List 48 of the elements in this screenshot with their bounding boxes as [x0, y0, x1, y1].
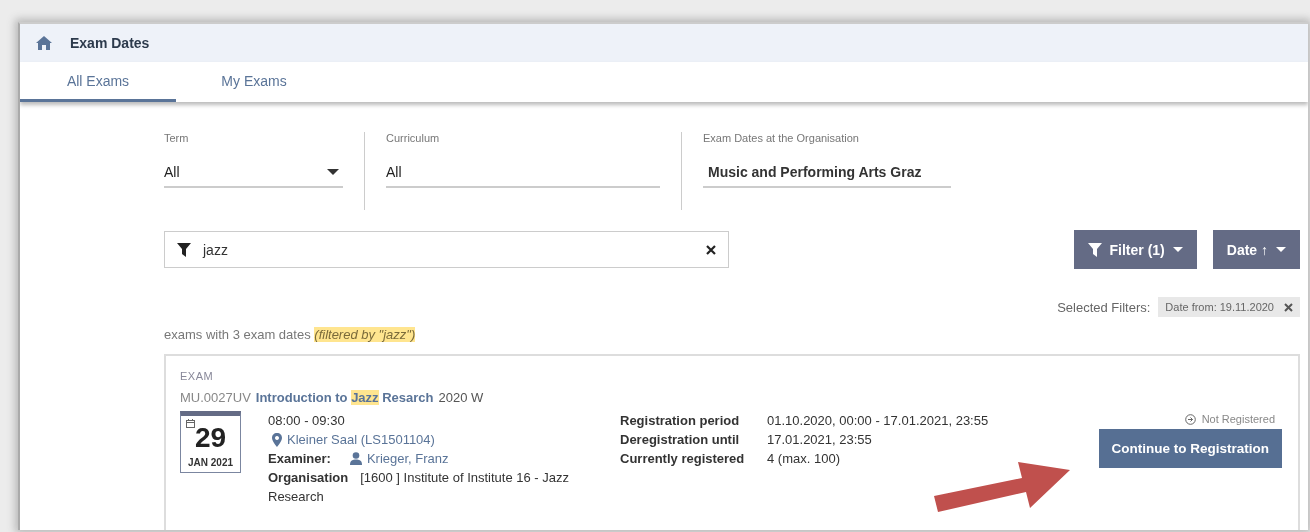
close-icon [1284, 302, 1293, 312]
registration-label: Currently registered [620, 450, 746, 468]
page-title: Exam Dates [70, 35, 150, 51]
field-label: Curriculum [386, 132, 441, 144]
input-field[interactable]: All [386, 164, 660, 188]
continue-registration-button[interactable]: Continue to Registration [1098, 429, 1282, 468]
map-pin-icon [272, 432, 282, 447]
examiner-label: Examiner: [268, 450, 331, 468]
room-link[interactable]: Kleiner Saal (LS1501104) [287, 430, 435, 449]
registration-status: Not Registered [1201, 413, 1275, 425]
exam-type-label: EXAM [180, 370, 215, 382]
home-icon [36, 36, 52, 50]
registration-label: Deregistration until [620, 431, 741, 449]
caret-icon [1172, 247, 1183, 252]
filter-icon [1087, 242, 1102, 257]
date-day: 29 [194, 422, 227, 454]
caret-icon [327, 169, 339, 175]
results-summary: exams with 3 exam dates (filtered by "jazz") [164, 327, 417, 342]
arrow-circle-icon [1184, 413, 1196, 425]
registration-value: 4 (max. 100) [767, 450, 840, 468]
search-field[interactable]: jazz [164, 231, 729, 268]
examiner-link[interactable]: Krieger, Franz [366, 449, 449, 468]
dropdown-field[interactable]: All [164, 164, 343, 188]
field-label: Exam Dates at the Organisation [703, 132, 860, 144]
calendar-icon [186, 419, 195, 428]
date-month: JAN 2021 [188, 457, 233, 468]
remove-filter-button[interactable] [1284, 302, 1293, 312]
organisation-info: Organisation [1600 ] Institute of Institute 16 - Jazz Research [268, 469, 571, 506]
sort-button[interactable]: Date ↑ [1212, 230, 1300, 269]
close-icon [706, 244, 716, 255]
filter-icon [177, 242, 191, 257]
tab[interactable]: All Exams [20, 62, 176, 102]
input-field[interactable]: Music and Performing Arts Graz [703, 164, 951, 188]
tab[interactable]: My Exams [176, 62, 332, 102]
filters-label: Selected Filters: [1057, 299, 1151, 315]
registration-label: Registration period [620, 412, 741, 430]
chip-label: Date from: 19.11.2020 [1165, 301, 1274, 313]
filter-button[interactable]: Filter (1) [1073, 230, 1197, 269]
registration-value: 17.01.2021, 23:55 [767, 431, 872, 449]
caret-icon [1276, 247, 1286, 252]
registration-value: 01.10.2020, 00:00 - 17.01.2021, 23:55 [767, 412, 989, 430]
term-label: 2020 W [438, 390, 484, 405]
person-icon [349, 452, 362, 465]
course-title-link[interactable]: Introduction to Jazz Resarch [255, 390, 434, 405]
course-code: MU.0027UV [180, 390, 251, 405]
clear-button[interactable] [706, 244, 716, 255]
exam-time: 08:00 - 09:30 [268, 412, 346, 430]
field-label: Term [164, 132, 190, 144]
